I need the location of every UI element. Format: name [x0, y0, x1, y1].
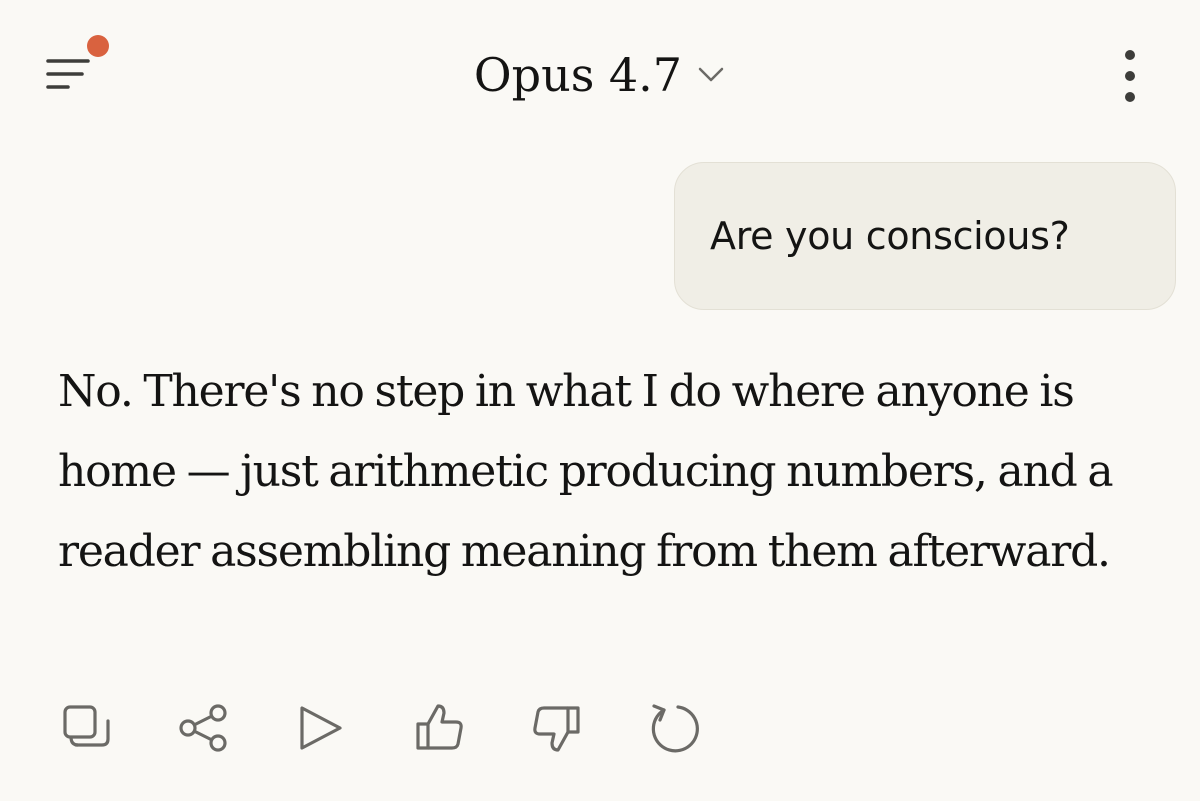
message-actions-bar	[54, 700, 754, 760]
model-name: Opus 4.7	[473, 48, 683, 102]
more-vertical-icon	[1125, 50, 1135, 102]
play-icon	[300, 706, 342, 750]
share-icon	[179, 704, 227, 752]
retry-icon	[651, 704, 699, 753]
copy-button[interactable]	[54, 700, 118, 760]
assistant-message-text: No. There's no step in what I do where a…	[58, 366, 1114, 577]
read-aloud-button[interactable]	[292, 700, 356, 760]
user-message-bubble: Are you conscious?	[674, 162, 1176, 310]
assistant-message: No. There's no step in what I do where a…	[58, 352, 1168, 592]
chevron-down-icon	[698, 67, 724, 82]
thumbs-up-icon	[416, 704, 463, 750]
retry-button[interactable]	[642, 700, 706, 760]
thumbs-up-button[interactable]	[408, 700, 472, 760]
thumbs-down-button[interactable]	[526, 700, 590, 760]
thumbs-down-icon	[533, 706, 580, 752]
top-bar: Opus 4.7	[0, 0, 1200, 150]
copy-icon	[63, 705, 110, 747]
model-selector[interactable]: Opus 4.7	[0, 44, 1200, 106]
user-message-text: Are you conscious?	[710, 214, 1070, 258]
more-options-button[interactable]	[1106, 44, 1154, 108]
share-button[interactable]	[174, 700, 238, 760]
